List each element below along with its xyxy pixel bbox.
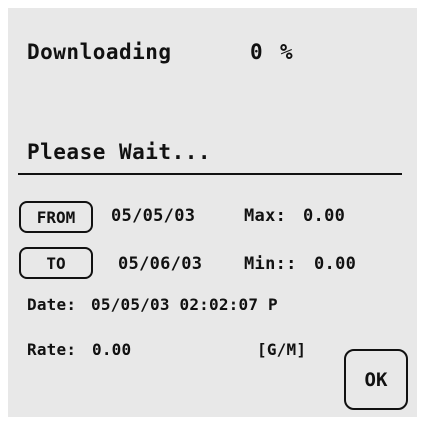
from-date: 05/05/03	[111, 206, 196, 226]
progress-unit: %	[280, 40, 294, 64]
date-value: 05/05/03 02:02:07 P	[91, 295, 278, 314]
max-value: 0.00	[303, 206, 346, 226]
rate-value: 0.00	[92, 340, 132, 359]
from-button[interactable]: FROM	[19, 201, 93, 233]
min-value: 0.00	[314, 254, 357, 274]
to-button[interactable]: TO	[19, 247, 93, 279]
ok-button[interactable]: OK	[344, 349, 408, 410]
divider-line	[18, 173, 402, 175]
wait-message: Please Wait...	[27, 140, 212, 164]
min-label: Min::	[244, 254, 297, 274]
download-screen: Downloading 0 % Please Wait... FROM 05/0…	[0, 0, 425, 425]
rate-label: Rate:	[27, 340, 77, 359]
rate-unit: [G/M]	[257, 340, 307, 359]
downloading-label: Downloading	[27, 40, 172, 64]
date-label: Date:	[27, 295, 77, 314]
to-date: 05/06/03	[118, 254, 203, 274]
max-label: Max:	[244, 206, 287, 226]
progress-value: 0	[250, 40, 264, 64]
